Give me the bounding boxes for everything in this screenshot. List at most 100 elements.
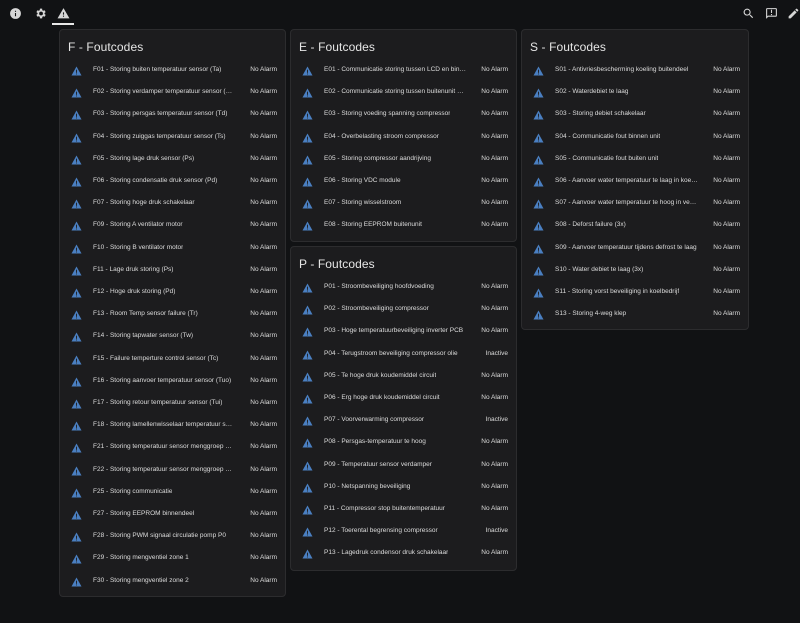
entity-name: S09 - Aanvoer temperatuur tijdens defros… — [555, 243, 697, 251]
entity-row[interactable]: F17 - Storing retour temperatuur sensor … — [60, 394, 285, 416]
entity-row[interactable]: F11 - Lage druk storing (Ps) No Alarm — [60, 261, 285, 283]
entity-row[interactable]: F16 - Storing aanvoer temperatuur sensor… — [60, 372, 285, 394]
entity-state: No Alarm — [713, 132, 740, 140]
gear-icon[interactable] — [30, 3, 50, 23]
entity-state: No Alarm — [481, 549, 508, 557]
entity-row[interactable]: F07 - Storing hoge druk schakelaar No Ala… — [60, 194, 285, 216]
entity-name: P12 - Toerental begrensing compressor — [324, 527, 438, 535]
entity-state: Inactive — [485, 527, 508, 535]
alert-triangle-icon — [302, 155, 313, 165]
entity-row[interactable]: S06 - Aanvoer water temperatuur te laag … — [522, 172, 748, 194]
entity-row[interactable]: S03 - Storing debiet schakelaar No Alarm — [522, 105, 748, 127]
alert-triangle-icon — [302, 327, 313, 337]
entity-state: No Alarm — [250, 243, 277, 251]
entity-row[interactable]: P09 - Temperatuur sensor verdamper No Ala… — [291, 456, 516, 478]
entity-row[interactable]: F10 - Storing B ventilator motor No Alarm — [60, 239, 285, 261]
entity-name: F12 - Hoge druk storing (Pd) — [93, 288, 176, 295]
warning-icon[interactable] — [53, 3, 73, 23]
alert-triangle-icon — [533, 133, 544, 143]
entity-row[interactable]: E01 - Communicatie storing tussen LCD en… — [291, 61, 516, 83]
entity-state: No Alarm — [250, 288, 277, 295]
alert-triangle-icon — [533, 88, 544, 98]
f-foutcodes-card: F - Foutcodes F01 - Storing buiten tempe… — [59, 29, 286, 597]
entity-row[interactable]: E08 - Storing EEPROM buitenunit No Alarm — [291, 216, 516, 238]
entity-row[interactable]: S09 - Aanvoer temperatuur tijdens defros… — [522, 239, 748, 261]
entity-row[interactable]: S13 - Storing 4-weg klep No Alarm — [522, 305, 748, 327]
entity-row[interactable]: F27 - Storing EEPROM binnendeel No Alarm — [60, 505, 285, 527]
entity-state: No Alarm — [713, 265, 740, 273]
entity-row[interactable]: F28 - Storing PWM signaal circulatie pom… — [60, 527, 285, 549]
entity-state: No Alarm — [250, 265, 277, 273]
alert-triangle-icon — [302, 133, 313, 143]
entity-row[interactable]: P13 - Lagedruk condensor druk schakelaar… — [291, 544, 516, 566]
entity-row[interactable]: P05 - Te hoge druk koudemiddel circuit No… — [291, 367, 516, 389]
entity-row[interactable]: F12 - Hoge druk storing (Pd) No Alarm — [60, 283, 285, 305]
entity-row[interactable]: F21 - Storing temperatuur sensor menggro… — [60, 438, 285, 460]
entity-row[interactable]: S04 - Communicatie fout binnen unit No Al… — [522, 128, 748, 150]
entity-name: P05 - Te hoge druk koudemiddel circuit — [324, 371, 437, 379]
entity-state: No Alarm — [481, 505, 508, 512]
entity-row[interactable]: S07 - Aanvoer water temperatuur te hoog … — [522, 194, 748, 216]
entity-row[interactable]: S05 - Communicatie fout buiten unit No Al… — [522, 150, 748, 172]
alert-triangle-icon — [302, 88, 313, 98]
card-title: S - Foutcodes — [530, 40, 607, 54]
entity-row[interactable]: F30 - Storing mengventiel zone 2 No Alarm — [60, 572, 285, 594]
entity-row[interactable]: F01 - Storing buiten temperatuur sensor … — [60, 61, 285, 83]
entity-row[interactable]: F25 - Storing communicatie No Alarm — [60, 483, 285, 505]
alert-triangle-icon — [302, 305, 313, 315]
entity-state: No Alarm — [481, 327, 508, 335]
entity-row[interactable]: F13 - Room Temp sensor failure (Tr) No Al… — [60, 305, 285, 327]
entity-name: S02 - Waterdebiet te laag — [555, 88, 629, 96]
search-icon[interactable] — [738, 3, 758, 23]
entity-row[interactable]: F29 - Storing mengventiel zone 1 No Alarm — [60, 549, 285, 571]
chat-icon[interactable] — [761, 3, 781, 23]
entity-row[interactable]: S02 - Waterdebiet te laag No Alarm — [522, 83, 748, 105]
entity-row[interactable]: E06 - Storing VDC module No Alarm — [291, 172, 516, 194]
entity-name: E03 - Storing voeding spanning compresso… — [324, 110, 451, 118]
entity-row[interactable]: F05 - Storing lage druk sensor (Ps) No Al… — [60, 150, 285, 172]
entity-row[interactable]: P12 - Toerental begrensing compressor Ina… — [291, 522, 516, 544]
entity-row[interactable]: F22 - Storing temperatuur sensor menggro… — [60, 461, 285, 483]
entity-row[interactable]: P01 - Stroombeveiliging hoofdvoeding No A… — [291, 278, 516, 300]
top-toolbar — [0, 0, 800, 26]
entity-state: No Alarm — [713, 288, 740, 295]
active-tab-indicator — [52, 23, 74, 25]
alert-triangle-icon — [302, 110, 313, 120]
alert-triangle-icon — [302, 372, 313, 382]
entity-name: E02 - Communicatie storing tussen buiten… — [324, 88, 466, 96]
entity-row[interactable]: P02 - Stroombeveiliging compressor No Ala… — [291, 300, 516, 322]
entity-row[interactable]: E05 - Storing compressor aandrijving No A… — [291, 150, 516, 172]
entity-row[interactable]: F18 - Storing lamellenwisselaar temperat… — [60, 416, 285, 438]
entity-row[interactable]: F02 - Storing verdamper temperatuur sens… — [60, 83, 285, 105]
entity-row[interactable]: E04 - Overbelasting stroom compressor No … — [291, 128, 516, 150]
entity-row[interactable]: P03 - Hoge temperatuurbeveiliging invert… — [291, 322, 516, 344]
entity-row[interactable]: F14 - Storing tapwater sensor (Tw) No Ala… — [60, 327, 285, 349]
entity-row[interactable]: F03 - Storing persgas temperatuur sensor… — [60, 105, 285, 127]
entity-row[interactable]: S10 - Water debiet te laag (3x) No Alarm — [522, 261, 748, 283]
entity-row[interactable]: F15 - Failure temperture control sensor … — [60, 350, 285, 372]
entity-row[interactable]: F06 - Storing condensatie druk sensor (P… — [60, 172, 285, 194]
alert-triangle-icon — [533, 288, 544, 298]
entity-row[interactable]: S01 - Antivriesbescherming koeling buite… — [522, 61, 748, 83]
entity-row[interactable]: S11 - Storing vorst beveiliging in koelb… — [522, 283, 748, 305]
entity-row[interactable]: E07 - Storing wisselstroom No Alarm — [291, 194, 516, 216]
entity-row[interactable]: P04 - Terugstroom beveiliging compressor… — [291, 345, 516, 367]
entity-row[interactable]: P06 - Erg hoge druk koudemiddel circuit N… — [291, 389, 516, 411]
card-title: F - Foutcodes — [68, 40, 144, 54]
alert-triangle-icon — [302, 199, 313, 209]
info-icon[interactable] — [5, 3, 25, 23]
entity-state: No Alarm — [250, 576, 277, 584]
entity-row[interactable]: F04 - Storing zuiggas temperatuur sensor… — [60, 128, 285, 150]
entity-row[interactable]: P08 - Persgas-temperatuur te hoog No Alar… — [291, 433, 516, 455]
entity-row[interactable]: P11 - Compressor stop buitentemperatuur N… — [291, 500, 516, 522]
entity-row[interactable]: F09 - Storing A ventilator motor No Alarm — [60, 216, 285, 238]
entity-row[interactable]: P10 - Netspanning beveiliging No Alarm — [291, 478, 516, 500]
entity-row[interactable]: P07 - Voorverwarming compressor Inactive — [291, 411, 516, 433]
entity-row[interactable]: S08 - Deforst failure (3x) No Alarm — [522, 216, 748, 238]
pencil-icon[interactable] — [783, 3, 800, 23]
entity-state: No Alarm — [250, 132, 277, 140]
entity-row[interactable]: E03 - Storing voeding spanning compresso… — [291, 105, 516, 127]
entity-state: Inactive — [485, 416, 508, 424]
entity-row[interactable]: E02 - Communicatie storing tussen buiten… — [291, 83, 516, 105]
entity-state: No Alarm — [250, 376, 277, 384]
